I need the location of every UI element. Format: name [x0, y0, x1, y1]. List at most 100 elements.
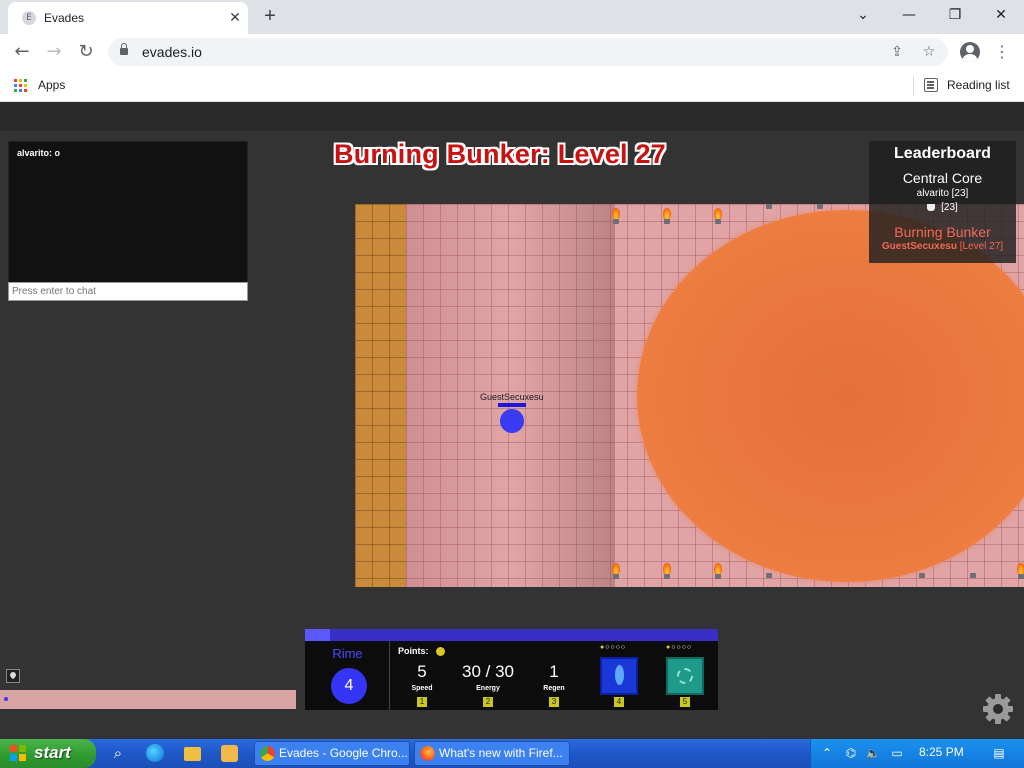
- chrome-icon: [260, 746, 275, 761]
- system-tray: ⌃ ⌬ 🔈 ▭ 8:25 PM ▤: [810, 739, 1024, 768]
- start-label: start: [34, 743, 71, 762]
- network-icon[interactable]: ⌬: [843, 745, 859, 761]
- hero-panel: Rime 4: [305, 641, 390, 710]
- area-title: Burning Bunker: Level 27: [334, 139, 666, 169]
- flame-burner-icon: [663, 208, 671, 224]
- player-avatar: [500, 409, 524, 433]
- forward-icon[interactable]: →: [42, 40, 66, 64]
- energy-upgrade-key[interactable]: 2: [483, 697, 493, 707]
- show-hidden-icons-icon[interactable]: ⌃: [819, 745, 835, 761]
- leaderboard-title: Leaderboard: [894, 145, 991, 162]
- lock-icon[interactable]: [120, 43, 128, 56]
- leaderboard-area: Burning Bunker: [894, 224, 991, 240]
- tab-title: Evades: [44, 11, 85, 25]
- experience-fill: [305, 629, 330, 641]
- reload-icon[interactable]: ↻: [74, 40, 98, 64]
- chat-message: alvarito: o: [17, 148, 61, 158]
- minimap-player-dot: [4, 697, 8, 701]
- player-name: GuestSecuxesu: [480, 392, 544, 402]
- reading-list-link[interactable]: Reading list: [947, 78, 1010, 92]
- leaderboard-player-level: [23]: [941, 202, 958, 213]
- leaderboard-self-level: [Level 27]: [959, 241, 1004, 252]
- flame-burner-icon: [765, 204, 773, 220]
- settings-gear-icon[interactable]: [982, 693, 1014, 725]
- taskbar: start ⌕ Evades - Google Chro... What's n…: [0, 739, 1024, 768]
- ability-1-upgrade-key[interactable]: 4: [614, 697, 624, 707]
- leaderboard-player: [23]: [869, 202, 1016, 213]
- cup-icon: [927, 204, 936, 211]
- chat-window: alvarito: o: [8, 141, 248, 301]
- speed-label: Speed: [411, 685, 433, 692]
- flame-burner-icon: [765, 573, 773, 589]
- hero-name: Rime: [332, 646, 363, 661]
- flame-burner-icon: [969, 573, 977, 589]
- ability-2-level-dots: ●○○○○: [666, 644, 693, 651]
- regen-upgrade-key[interactable]: 3: [549, 697, 559, 707]
- share-icon[interactable]: ⇪: [886, 41, 908, 63]
- edge-browser-icon[interactable]: [146, 744, 164, 762]
- tab-bar: E Evades ✕ + ⌄ — ❐ ✕: [0, 0, 1024, 34]
- flame-burner-icon: [612, 208, 620, 224]
- address-bar[interactable]: evades.io ⇪ ☆: [108, 38, 948, 66]
- regen-value: 1: [549, 662, 559, 681]
- taskbar-task-chrome[interactable]: Evades - Google Chro...: [254, 741, 410, 766]
- points-label: Points:: [398, 646, 429, 656]
- ability-2-upgrade-key[interactable]: 5: [680, 697, 690, 707]
- menu-kebab-icon[interactable]: ⋮: [994, 40, 1010, 64]
- tab-close-icon[interactable]: ✕: [226, 8, 244, 26]
- media-player-icon[interactable]: [221, 745, 238, 762]
- hero-hud: Rime 4 Points: 5 Speed 1 30 / 30 Energy …: [305, 641, 718, 710]
- profile-avatar-icon[interactable]: [960, 42, 980, 62]
- flame-burner-icon: [612, 563, 620, 579]
- bookmark-star-icon[interactable]: ☆: [918, 41, 940, 63]
- regen-label: Regen: [543, 685, 565, 692]
- restore-icon[interactable]: ❐: [932, 0, 978, 30]
- windows-flag-icon: [10, 745, 27, 762]
- safe-zone: [355, 204, 406, 587]
- game-canvas[interactable]: alvarito: o Burning Bunker: Level 27 Gue…: [0, 103, 1024, 739]
- speed-value: 5: [417, 662, 427, 681]
- leaderboard-player: alvarito [23]: [916, 188, 969, 199]
- leaderboard-area: Central Core: [902, 170, 983, 186]
- energy-label: Energy: [476, 685, 500, 692]
- tab-evades[interactable]: E Evades ✕: [8, 2, 248, 34]
- map-pin-icon[interactable]: [6, 669, 20, 683]
- taskbar-task-label: Evades - Google Chro...: [279, 746, 408, 760]
- flame-burner-icon: [714, 208, 722, 224]
- ability-1-icon[interactable]: [600, 657, 638, 695]
- evades-favicon-icon: E: [22, 11, 36, 25]
- flame-burner-icon: [714, 563, 722, 579]
- leaderboard-self: GuestSecuxesu [Level 27]: [869, 241, 1016, 252]
- display-icon[interactable]: ▭: [889, 745, 905, 761]
- taskbar-task-label: What's new with Firef...: [439, 746, 563, 760]
- leaderboard: Leaderboard Central Core alvarito [23] […: [869, 141, 1016, 263]
- minimize-icon[interactable]: —: [886, 0, 932, 30]
- ability-2-icon[interactable]: [666, 657, 704, 695]
- url-text[interactable]: evades.io: [142, 44, 202, 60]
- minimap: [0, 690, 296, 709]
- chat-input[interactable]: [8, 282, 248, 301]
- tab-search-icon[interactable]: ⌄: [840, 0, 886, 30]
- apps-grid-icon[interactable]: [14, 79, 28, 93]
- volume-icon[interactable]: 🔈: [865, 745, 881, 761]
- search-icon[interactable]: ⌕: [108, 743, 128, 763]
- energy-value: 30 / 30: [462, 662, 514, 681]
- close-window-icon[interactable]: ✕: [978, 0, 1024, 30]
- file-explorer-icon[interactable]: [184, 747, 201, 761]
- taskbar-task-firefox[interactable]: What's new with Firef...: [414, 741, 570, 766]
- apps-link[interactable]: Apps: [38, 78, 65, 92]
- new-tab-icon[interactable]: +: [258, 4, 282, 28]
- notifications-icon[interactable]: ▤: [991, 745, 1007, 761]
- bookmarks-divider: [913, 76, 914, 96]
- bookmarks-bar: Apps Reading list: [0, 70, 1024, 102]
- player-energy-bar: [498, 403, 526, 407]
- reading-list-icon[interactable]: [924, 78, 938, 92]
- flame-burner-icon: [663, 563, 671, 579]
- ability-1-level-dots: ●○○○○: [600, 644, 627, 651]
- start-button[interactable]: start: [0, 739, 96, 768]
- back-icon[interactable]: ←: [10, 40, 34, 64]
- hero-level: 4: [331, 668, 367, 704]
- speed-upgrade-key[interactable]: 1: [417, 697, 427, 707]
- flame-burner-icon: [1017, 563, 1024, 579]
- clock[interactable]: 8:25 PM: [919, 745, 964, 759]
